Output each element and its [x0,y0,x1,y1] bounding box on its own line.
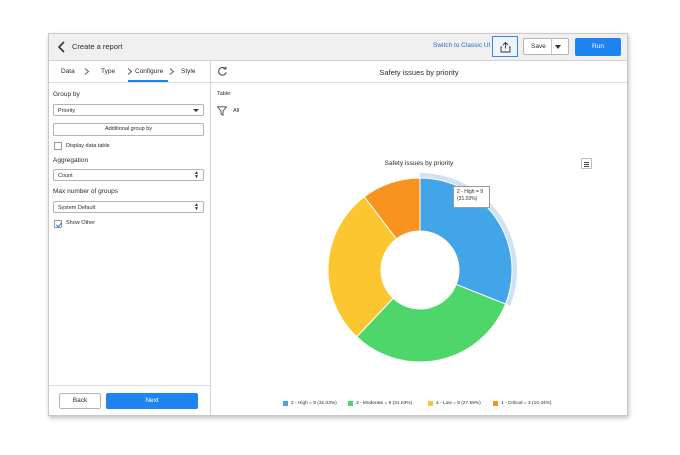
legend-label: 4 - Low = 8 (27.59%) [436,401,481,406]
display-data-table-label: Display data table [66,143,110,149]
report-window: Create a report Switch to Classic UI Sav… [48,33,628,416]
chevron-right-icon [127,68,133,75]
show-other-label: Show Other [66,220,96,226]
group-by-value: Priority [58,107,76,114]
back-arrow-icon[interactable] [57,41,67,53]
share-button[interactable] [492,36,518,57]
show-other-checkbox[interactable] [54,220,63,228]
max-groups-select[interactable]: System Default ▲ ▼ [53,201,204,213]
aggregation-label: Aggregation [53,157,89,164]
tab-style[interactable]: Style [181,68,195,75]
tab-configure[interactable]: Configure [135,68,163,75]
max-groups-label: Max number of groups [53,188,119,195]
up-down-arrows-icon: ▲ ▼ [194,202,199,212]
chevron-right-icon [169,68,175,75]
switch-to-classic-ui-link[interactable]: Switch to Classic UI [433,42,490,49]
legend-swatch [283,401,288,406]
legend-label: 2 - High = 9 (31.03%) [291,401,337,406]
next-button[interactable]: Next [106,393,198,409]
legend-swatch [348,401,353,406]
config-panel: Data Type Configure Style Group by Prior… [49,61,211,415]
save-divider [551,39,552,54]
save-label: Save [531,43,546,50]
max-groups-value: System Default [58,204,96,211]
save-button[interactable]: Save [523,38,569,55]
display-data-table-checkbox[interactable] [54,142,62,150]
top-bar: Create a report Switch to Classic UI Sav… [49,34,627,61]
preview-area: Safety issues by priority Table: All Saf… [211,61,627,415]
legend-swatch [428,401,433,406]
aggregation-select[interactable]: Count ▲ ▼ [53,169,204,181]
tab-data[interactable]: Data [61,68,75,75]
tooltip-line-1: 2 - High = 9 [457,189,483,195]
aggregation-value: Count [58,172,73,179]
run-button[interactable]: Run [575,38,621,56]
panel-footer: Back Next [49,385,210,416]
checkmark-icon [55,222,63,228]
legend-swatch [493,401,498,406]
tab-type[interactable]: Type [101,68,115,75]
tooltip-line-2: (31.03%) [457,196,478,202]
up-down-arrows-icon: ▲ ▼ [194,170,199,180]
donut-chart [327,173,517,363]
group-by-label: Group by [53,91,80,98]
chevron-down-icon[interactable] [555,45,561,49]
chevron-down-icon [193,109,199,112]
chevron-right-icon [84,68,90,75]
step-tabs: Data Type Configure Style [49,61,210,83]
back-button[interactable]: Back [59,393,101,409]
group-by-select[interactable]: Priority [53,104,204,116]
legend-label: 1 - Critical = 3 (10.34%) [501,401,552,406]
page-title: Create a report [72,42,123,51]
active-tab-indicator [128,80,168,82]
share-icon [500,41,511,53]
chart-tooltip: 2 - High = 9 (31.03%) [453,186,490,208]
legend-label: 3 - Moderate = 9 (31.03%) [356,401,413,406]
additional-group-by-button[interactable]: Additional group by [53,123,204,136]
